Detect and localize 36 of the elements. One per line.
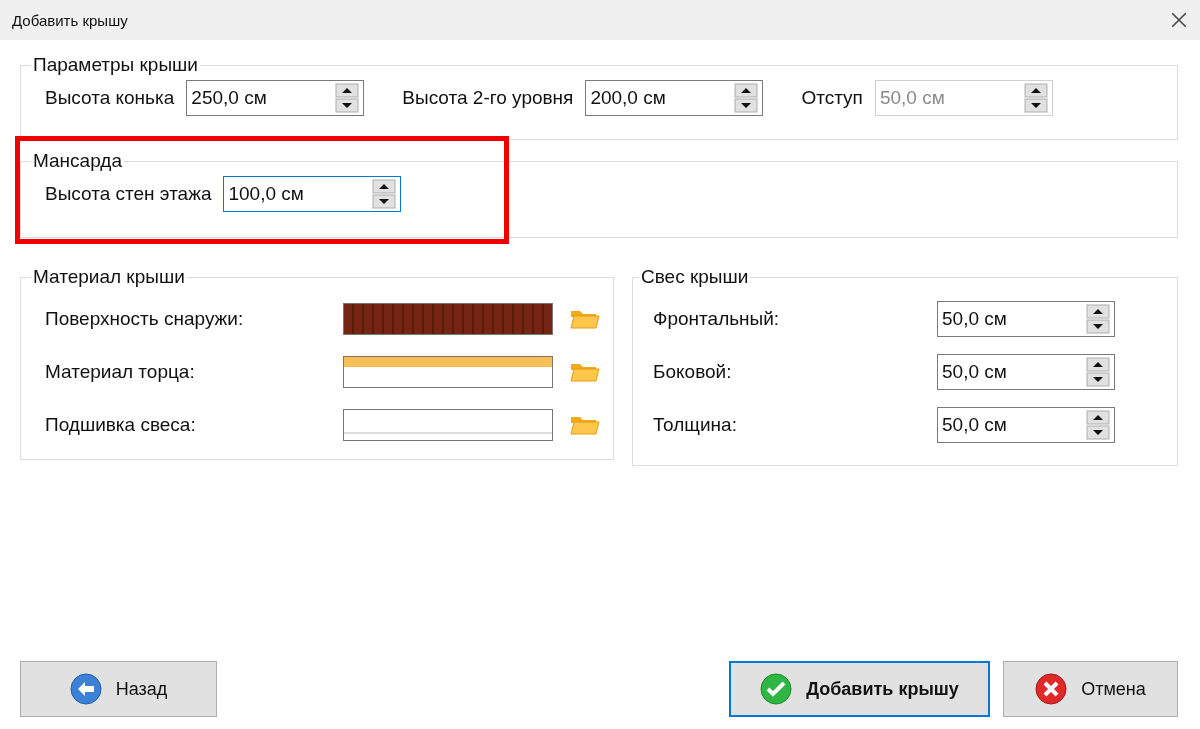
add-roof-button[interactable]: Добавить крышу xyxy=(729,661,990,717)
spin-field[interactable]: 50,0 см xyxy=(937,300,1115,337)
field-label: Высота стен этажа xyxy=(45,183,212,205)
group-title: Параметры крыши xyxy=(32,54,199,76)
texture-swatch[interactable] xyxy=(343,408,553,441)
field-label: Боковой: xyxy=(653,360,733,383)
cancel-button[interactable]: Отмена xyxy=(1003,661,1178,717)
field-label: Материал торца: xyxy=(45,360,196,383)
field-label: Подшивка свеса: xyxy=(45,413,197,436)
field-label: Фронтальный: xyxy=(653,307,781,330)
close-icon[interactable] xyxy=(1170,11,1188,29)
group-title: Мансарда xyxy=(32,150,123,172)
field-label: Высота конька xyxy=(45,87,175,109)
spin-field[interactable]: 200,0 см xyxy=(585,80,764,116)
spin-arrows-icon[interactable] xyxy=(1086,303,1110,334)
close-icon xyxy=(1035,673,1068,705)
field-label: Высота 2-го уровня xyxy=(402,87,574,109)
spin-arrows-icon[interactable] xyxy=(335,83,360,113)
group-title: Материал крыши xyxy=(32,266,186,288)
spin-field[interactable]: 250,0 см xyxy=(186,80,365,116)
spin-arrows-icon[interactable] xyxy=(734,83,759,113)
field-label: Отступ xyxy=(801,87,863,109)
spin-field[interactable]: 50,0 см xyxy=(937,353,1115,390)
field-label: Поверхность снаружи: xyxy=(45,307,245,330)
field-label: Толщина: xyxy=(653,413,738,436)
window-title: Добавить крышу xyxy=(12,11,128,29)
texture-swatch[interactable] xyxy=(343,355,553,388)
spin-arrows-icon[interactable] xyxy=(372,179,397,209)
spin-field[interactable]: 100,0 см xyxy=(223,176,402,212)
spin-arrows-icon[interactable] xyxy=(1086,356,1110,387)
back-button[interactable]: Назад xyxy=(20,661,217,717)
spin-field[interactable]: 50,0 см xyxy=(937,406,1115,443)
texture-swatch[interactable] xyxy=(343,302,553,335)
spin-arrows-icon[interactable] xyxy=(1086,409,1110,440)
group-title: Свес крыши xyxy=(640,266,750,288)
check-icon xyxy=(760,673,793,705)
